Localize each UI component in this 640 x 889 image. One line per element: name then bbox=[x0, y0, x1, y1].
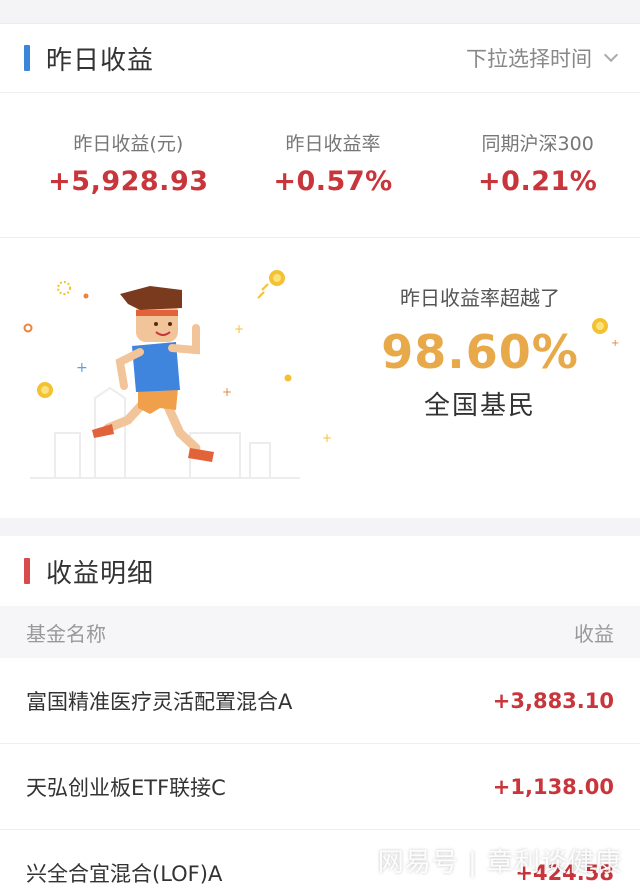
stat-value: +5,928.93 bbox=[48, 166, 209, 197]
fund-name: 兴全合宜混合(LOF)A bbox=[26, 861, 223, 886]
summary-header: 昨日收益 下拉选择时间 bbox=[0, 24, 640, 92]
ranking-percent: 98.60% bbox=[381, 325, 579, 379]
ranking-text: 昨日收益率超越了 98.60% 全国基民 bbox=[370, 282, 590, 422]
detail-title: 收益明细 bbox=[46, 558, 155, 589]
stat-yesterday-rate: 昨日收益率 +0.57% bbox=[231, 129, 436, 237]
ranking-panel: + + + + + 昨日收益率超越了 98.60% 全国基民 bbox=[0, 238, 640, 518]
svg-text:+: + bbox=[76, 360, 88, 376]
svg-text:+: + bbox=[234, 322, 244, 336]
fund-name: 富国精准医疗灵活配置混合A bbox=[26, 689, 293, 714]
table-row[interactable]: 富国精准医疗灵活配置混合A +3,883.10 bbox=[0, 658, 640, 744]
svg-text:+: + bbox=[611, 338, 619, 349]
svg-text:+: + bbox=[322, 431, 332, 445]
section-accent-bar bbox=[24, 558, 30, 584]
column-fund-name: 基金名称 bbox=[26, 621, 106, 646]
stats-row: 昨日收益(元) +5,928.93 昨日收益率 +0.57% 同期沪深300 +… bbox=[0, 93, 640, 237]
table-row[interactable]: 天弘创业板ETF联接C +1,138.00 bbox=[0, 744, 640, 830]
ranking-caption: 昨日收益率超越了 bbox=[400, 286, 560, 310]
summary-card: 昨日收益 下拉选择时间 昨日收益(元) +5,928.93 昨日收益率 +0.5… bbox=[0, 24, 640, 518]
detail-header: 收益明细 bbox=[0, 536, 640, 606]
top-strip bbox=[0, 0, 640, 24]
stat-csi300: 同期沪深300 +0.21% bbox=[435, 129, 640, 237]
detail-card: 收益明细 基金名称 收益 富国精准医疗灵活配置混合A +3,883.10 天弘创… bbox=[0, 536, 640, 889]
fund-income: +3,883.10 bbox=[492, 688, 614, 713]
stat-label: 昨日收益(元) bbox=[73, 133, 184, 155]
fund-name: 天弘创业板ETF联接C bbox=[26, 775, 226, 800]
stat-value: +0.21% bbox=[478, 166, 598, 197]
ranking-group: 全国基民 bbox=[423, 391, 536, 421]
fund-income: +1,138.00 bbox=[492, 774, 614, 799]
svg-text:+: + bbox=[222, 385, 232, 399]
stat-label: 同期沪深300 bbox=[481, 133, 594, 155]
summary-title: 昨日收益 bbox=[46, 45, 155, 76]
section-gap bbox=[0, 518, 640, 536]
time-select-label: 下拉选择时间 bbox=[466, 47, 592, 71]
section-accent-bar bbox=[24, 45, 30, 71]
table-header: 基金名称 收益 bbox=[0, 606, 640, 658]
watermark: 网易号 | 章利谈健康 bbox=[377, 848, 622, 878]
stat-value: +0.57% bbox=[273, 166, 393, 197]
chevron-down-icon bbox=[603, 47, 619, 63]
time-select-dropdown[interactable]: 下拉选择时间 bbox=[466, 43, 619, 73]
stat-label: 昨日收益率 bbox=[285, 133, 381, 155]
column-income: 收益 bbox=[574, 621, 614, 646]
stat-yesterday-income: 昨日收益(元) +5,928.93 bbox=[0, 129, 231, 237]
